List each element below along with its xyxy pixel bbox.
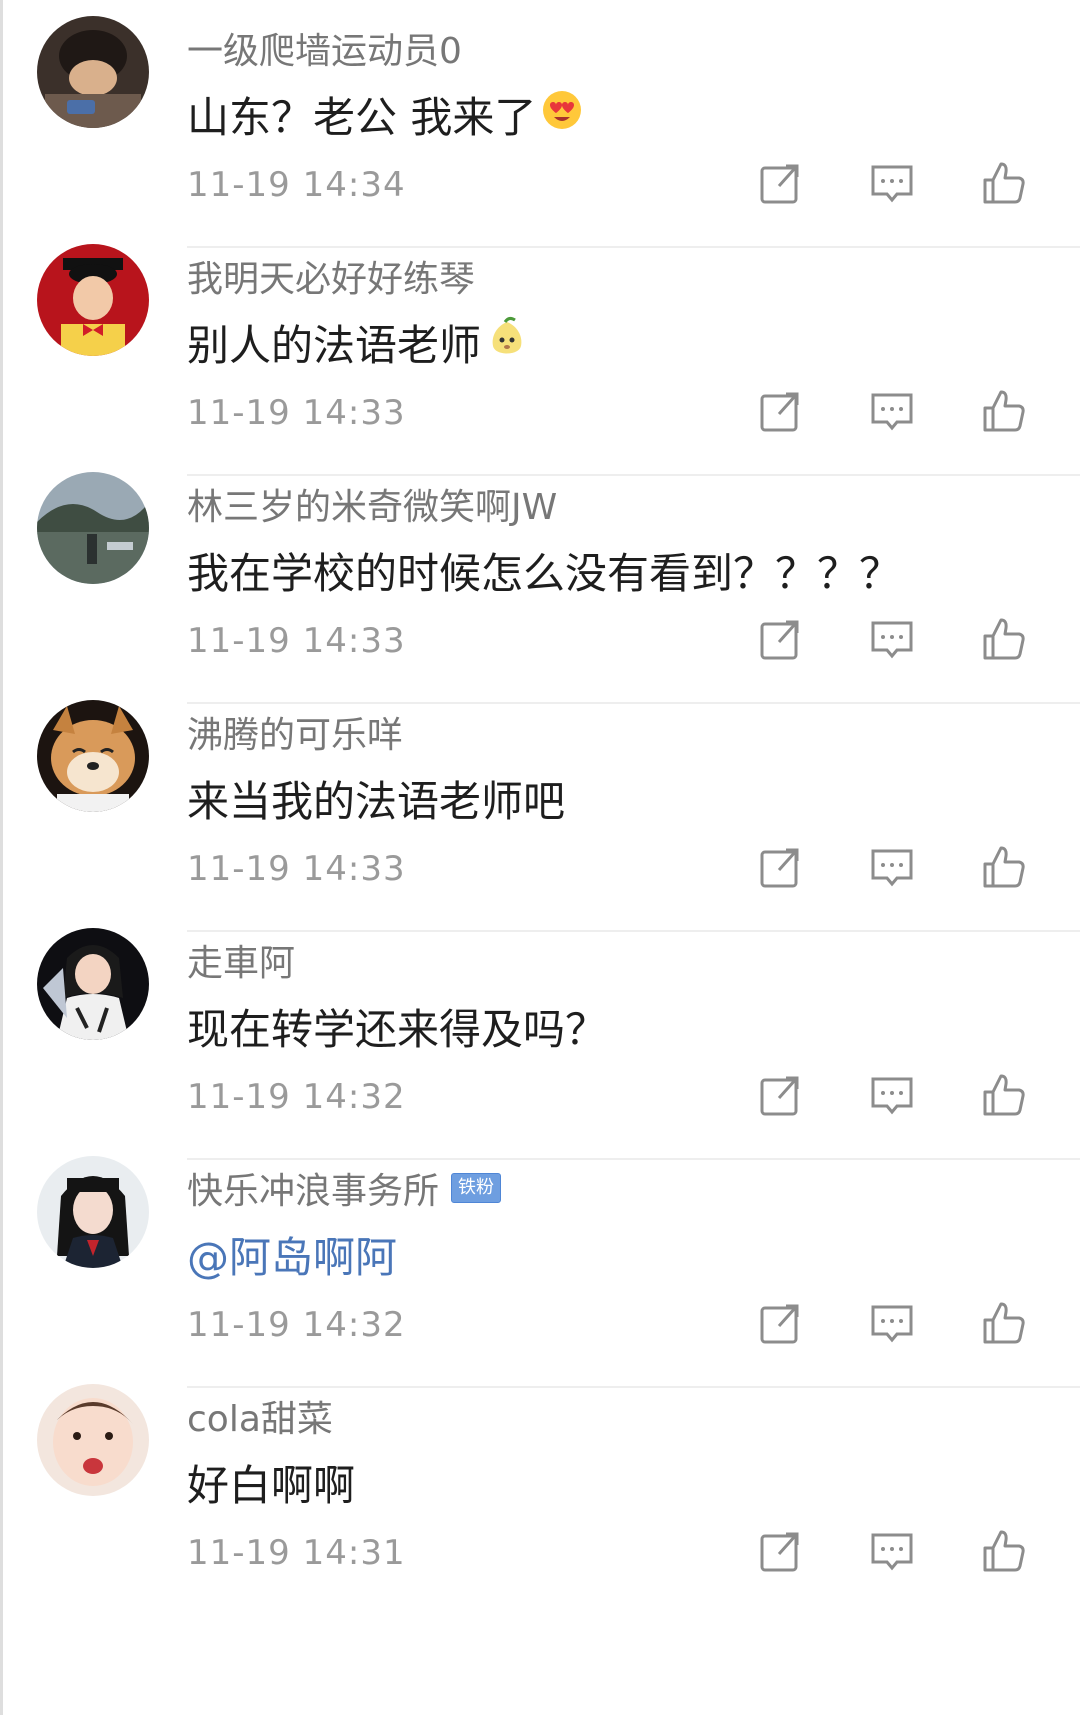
comment-item: 我明天必好好练琴 别人的法语老师 11-19 14:33 [0, 228, 1080, 476]
repost-button[interactable] [755, 158, 805, 208]
comment-time: 11-19 14:33 [187, 621, 406, 661]
reply-icon [871, 393, 913, 431]
comment-item: 一级爬墙运动员0 山东？老公 我来了 11-19 14:34 [0, 0, 1080, 248]
repost-icon [760, 392, 799, 432]
avatar[interactable] [37, 700, 149, 812]
comment-actions [755, 386, 1035, 438]
comment-time: 11-19 14:32 [187, 1305, 406, 1345]
comment-text: 来当我的法语老师吧 [187, 768, 565, 829]
heart-eyes-emoji [540, 88, 584, 142]
comment-actions [755, 1070, 1035, 1122]
like-icon [983, 846, 1025, 888]
comment-time: 11-19 14:34 [187, 165, 406, 205]
like-icon [983, 1302, 1025, 1344]
comment-text-body: 别人的法语老师 [187, 321, 482, 370]
comment-text-body: 现在转学还来得及吗？ [187, 1005, 608, 1054]
reply-icon [871, 1305, 913, 1343]
username[interactable]: 快乐冲浪事务所 [187, 1162, 439, 1214]
comment-time: 11-19 14:33 [187, 393, 406, 433]
repost-button[interactable] [755, 1526, 805, 1576]
repost-icon [760, 164, 799, 204]
like-icon [983, 1074, 1025, 1116]
comment-text: @阿岛啊阿 [187, 1224, 397, 1285]
comment-text-body: 山东？老公 我来了 [187, 93, 537, 142]
comment-item: 林三岁的米奇微笑啊JW 我在学校的时候怎么没有看到？？？？ 11-19 14:3… [0, 456, 1080, 704]
reply-button[interactable] [867, 386, 917, 436]
avatar[interactable] [37, 16, 149, 128]
like-icon [983, 1530, 1025, 1572]
comment-text: 我在学校的时候怎么没有看到？？？？ [187, 540, 901, 601]
comment-item: 走車阿 现在转学还来得及吗？ 11-19 14:32 [0, 912, 1080, 1160]
repost-button[interactable] [755, 842, 805, 892]
comment-actions [755, 842, 1035, 894]
username[interactable]: cola甜菜 [187, 1390, 333, 1442]
like-button[interactable] [979, 158, 1029, 208]
reply-icon [871, 849, 913, 887]
comment-feed: 一级爬墙运动员0 山东？老公 我来了 11-19 14:34 我明天必好好练琴 … [0, 0, 1080, 1715]
reply-button[interactable] [867, 1298, 917, 1348]
comment-item: 快乐冲浪事务所 铁粉 @阿岛啊阿 11-19 14:32 [0, 1140, 1080, 1388]
comment-actions [755, 1526, 1035, 1578]
fan-badge: 铁粉 [451, 1173, 502, 1203]
like-button[interactable] [979, 614, 1029, 664]
reply-icon [871, 621, 913, 659]
username[interactable]: 沸腾的可乐咩 [187, 706, 403, 758]
comment-text: 好白啊啊 [187, 1452, 355, 1513]
reply-button[interactable] [867, 842, 917, 892]
avatar[interactable] [37, 928, 149, 1040]
username[interactable]: 林三岁的米奇微笑啊JW [187, 478, 557, 530]
username[interactable]: 我明天必好好练琴 [187, 250, 475, 302]
repost-icon [760, 1532, 799, 1572]
username[interactable]: 走車阿 [187, 934, 295, 986]
comment-item: cola甜菜 好白啊啊 11-19 14:31 [0, 1368, 1080, 1616]
comment-item: 沸腾的可乐咩 来当我的法语老师吧 11-19 14:33 [0, 684, 1080, 932]
comment-text-body: 我在学校的时候怎么没有看到？？？？ [187, 549, 902, 598]
avatar[interactable] [37, 244, 149, 356]
comment-text-body: 好白啊啊 [187, 1461, 356, 1510]
repost-icon [760, 620, 799, 660]
repost-icon [760, 1304, 799, 1344]
like-icon [983, 390, 1025, 432]
reply-icon [871, 1077, 913, 1115]
pear-face-emoji [485, 316, 529, 370]
comment-text: 现在转学还来得及吗？ [187, 996, 607, 1057]
reply-button[interactable] [867, 158, 917, 208]
username[interactable]: 一级爬墙运动员0 [187, 22, 462, 74]
repost-button[interactable] [755, 1070, 805, 1120]
reply-button[interactable] [867, 1070, 917, 1120]
comment-actions [755, 158, 1035, 210]
reply-icon [871, 1533, 913, 1571]
comment-text: 山东？老公 我来了 [187, 84, 584, 145]
comment-time: 11-19 14:33 [187, 849, 406, 889]
reply-button[interactable] [867, 614, 917, 664]
avatar[interactable] [37, 472, 149, 584]
like-button[interactable] [979, 842, 1029, 892]
like-icon [983, 618, 1025, 660]
repost-icon [760, 1076, 799, 1116]
repost-button[interactable] [755, 386, 805, 436]
repost-button[interactable] [755, 1298, 805, 1348]
comment-time: 11-19 14:32 [187, 1077, 406, 1117]
like-button[interactable] [979, 1070, 1029, 1120]
like-button[interactable] [979, 386, 1029, 436]
mention-link[interactable]: @阿岛啊阿 [187, 1224, 397, 1285]
comment-actions [755, 614, 1035, 666]
avatar[interactable] [37, 1384, 149, 1496]
repost-icon [760, 848, 799, 888]
comment-time: 11-19 14:31 [187, 1533, 406, 1573]
reply-icon [871, 165, 913, 203]
comment-text: 别人的法语老师 [187, 312, 529, 373]
reply-button[interactable] [867, 1526, 917, 1576]
comment-text-body: 来当我的法语老师吧 [187, 777, 566, 826]
comment-actions [755, 1298, 1035, 1350]
avatar[interactable] [37, 1156, 149, 1268]
repost-button[interactable] [755, 614, 805, 664]
like-icon [983, 162, 1025, 204]
like-button[interactable] [979, 1526, 1029, 1576]
like-button[interactable] [979, 1298, 1029, 1348]
